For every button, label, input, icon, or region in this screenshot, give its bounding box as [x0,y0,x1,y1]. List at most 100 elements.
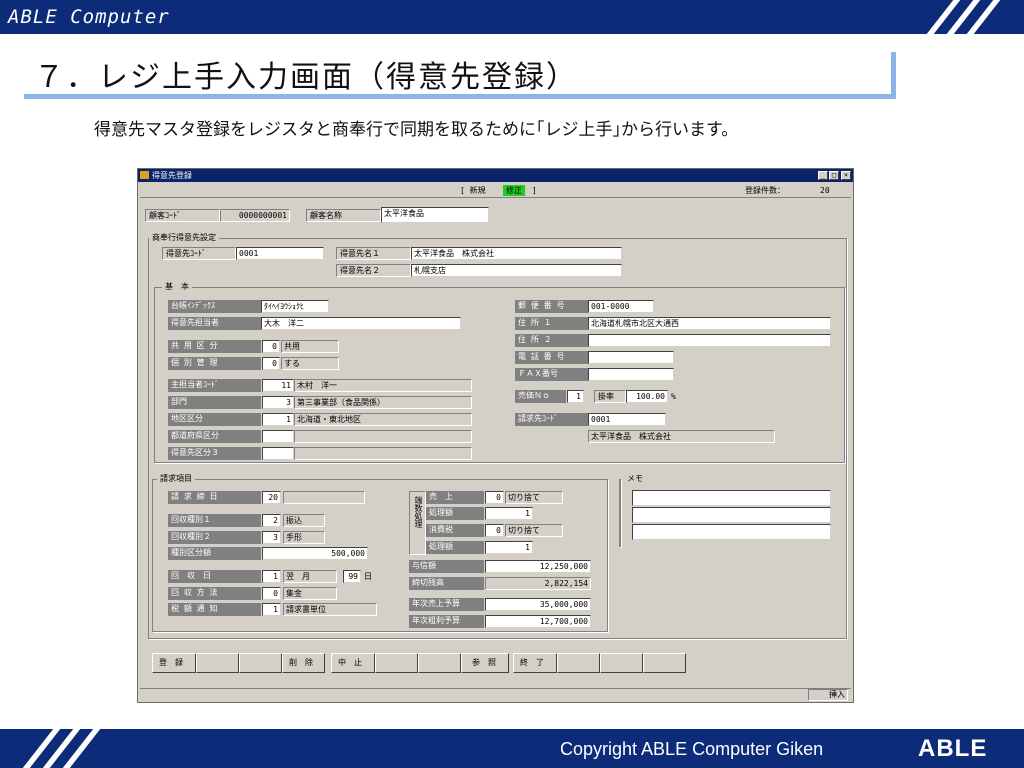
sb-name2-input[interactable]: 札幌支店 [411,264,622,277]
blank-button-7[interactable] [643,653,686,673]
mode-edit-active[interactable]: 修正 [503,185,525,196]
addr2-input[interactable] [588,334,831,347]
close-day-input[interactable]: 20 [262,491,281,504]
balance-label: 締切残高 [409,577,484,590]
ledger-index-label: 台帳ｲﾝﾃﾞｯｸｽ [168,300,261,313]
memo-line-2[interactable] [632,507,831,523]
window-titlebar: 得意先登録 _ □ × [138,169,853,182]
minimize-icon[interactable]: _ [818,171,828,180]
balance-value: 2,822,154 [485,577,591,590]
cancel-button[interactable]: 中 止 [331,653,375,673]
contact-label: 得意先担当者 [168,317,261,330]
header-bar: ABLE Computer [0,0,1024,34]
individual-name: する [281,357,339,370]
sb-name1-input[interactable]: 太平洋食品 株式会社 [411,247,622,260]
collect-method-label: 回 収 方 法 [168,587,261,600]
sales-code-input[interactable]: 0 [485,491,504,504]
collect-amount-input[interactable]: 500,000 [262,547,368,560]
sales-name: 切り捨て [505,491,563,504]
pref-code-input[interactable] [262,430,294,443]
collect-day-month: 翌 月 [283,570,337,583]
shobugyo-group-title: 商奉行得意先設定 [149,233,219,243]
exit-button[interactable]: 終 了 [513,653,557,673]
price-no-input[interactable]: 1 [567,390,584,403]
copyright-text: Copyright ABLE Computer Giken [560,739,824,759]
credit-input[interactable]: 12,250,000 [485,560,591,573]
cat3-code-input[interactable] [262,447,294,460]
fax-input[interactable] [588,368,674,381]
window-title: 得意先登録 [152,171,192,180]
blank-button-4[interactable] [418,653,461,673]
blank-button-6[interactable] [600,653,643,673]
close-day-name [283,491,365,504]
maximize-icon[interactable]: □ [829,171,839,180]
able-logo: ABLE [918,735,988,762]
price-no-label: 売価Ｎｏ [515,390,566,403]
collect-day-day-input[interactable]: 99 [343,570,361,583]
dept-label: 部門 [168,396,261,409]
customer-name-input[interactable]: 太平洋食品 [381,207,489,223]
tel-label: 電 話 番 号 [515,351,588,364]
description-text: 得意先マスタ登録をレジスタと商奉行で同期を取るために｢レジ上手｣から行います。 [94,120,739,140]
pref-label: 都道府県区分 [168,430,261,443]
ledger-index-input[interactable]: ﾀｲﾍｲﾖｳｼｮｸﾋ [261,300,329,313]
collect-amount-label: 種別区分額 [168,547,261,560]
tax-notice-code-input[interactable]: 1 [262,603,281,616]
page-title: ７．レジ上手入力画面（得意先登録） [34,60,578,95]
shared-code-input[interactable]: 0 [262,340,280,353]
rep-code-input[interactable]: 11 [262,379,294,392]
collect1-code-input[interactable]: 2 [262,514,281,527]
collect-method-name: 集金 [283,587,337,600]
tax-code-input[interactable]: 0 [485,524,504,537]
zip-input[interactable]: 001-0000 [588,300,654,313]
annual-profit-label: 年次粗利予算 [409,615,484,628]
close-icon[interactable]: × [841,171,851,180]
shared-name: 共用 [281,340,339,353]
blank-button-1[interactable] [196,653,239,673]
process1-input[interactable]: 1 [485,507,533,520]
cat3-label: 得意先区分３ [168,447,261,460]
customer-name-label: 顧客名称 [306,209,381,222]
customer-code-label: 顧客ｺｰﾄﾞ [145,209,220,222]
memo-line-1[interactable] [632,490,831,506]
collect2-code-input[interactable]: 3 [262,531,281,544]
contact-input[interactable]: 大木 洋二 [261,317,461,330]
bill-code-input[interactable]: 0001 [588,413,666,426]
tel-input[interactable] [588,351,674,364]
area-name: 北海道・東北地区 [294,413,472,426]
title-side-line [891,52,896,99]
blank-button-5[interactable] [557,653,600,673]
tax-name: 切り捨て [505,524,563,537]
register-button[interactable]: 登 録 [152,653,196,673]
collect2-label: 回収種別２ [168,531,261,544]
bill-code-label: 請求先ｺｰﾄﾞ [515,413,588,426]
process2-input[interactable]: 1 [485,541,533,554]
individual-code-input[interactable]: 0 [262,357,280,370]
cat3-name [294,447,472,460]
process1-label: 処理額 [426,507,484,520]
collect-day-label: 回 収 日 [168,570,261,583]
mode-new[interactable]: [ 新規 [460,184,486,197]
dept-code-input[interactable]: 3 [262,396,294,409]
annual-sales-input[interactable]: 35,000,000 [485,598,591,611]
collect-method-code-input[interactable]: 0 [262,587,281,600]
tax-notice-label: 税 額 通 知 [168,603,261,616]
collect-day-code-input[interactable]: 1 [262,570,281,583]
close-day-label: 請 求 締 日 [168,491,261,504]
rep-label: 主担当者ｺｰﾄﾞ [168,379,261,392]
blank-button-2[interactable] [239,653,282,673]
sb-code-input[interactable]: 0001 [236,247,324,260]
area-code-input[interactable]: 1 [262,413,294,426]
memo-line-3[interactable] [632,524,831,540]
brand-text: ABLE Computer [8,6,170,28]
delete-button[interactable]: 削 除 [282,653,325,673]
addr1-input[interactable]: 北海道札幌市北区大通西 [588,317,831,330]
rate-input[interactable]: 100.00 [626,390,668,403]
status-bar: 挿入 [140,688,851,701]
annual-profit-input[interactable]: 12,700,000 [485,615,591,628]
reference-button[interactable]: 参 照 [461,653,509,673]
sb-name2-label: 得意先名２ [336,264,411,277]
blank-button-3[interactable] [375,653,418,673]
collect2-name: 手形 [283,531,325,544]
rep-name: 木村 洋一 [294,379,472,392]
